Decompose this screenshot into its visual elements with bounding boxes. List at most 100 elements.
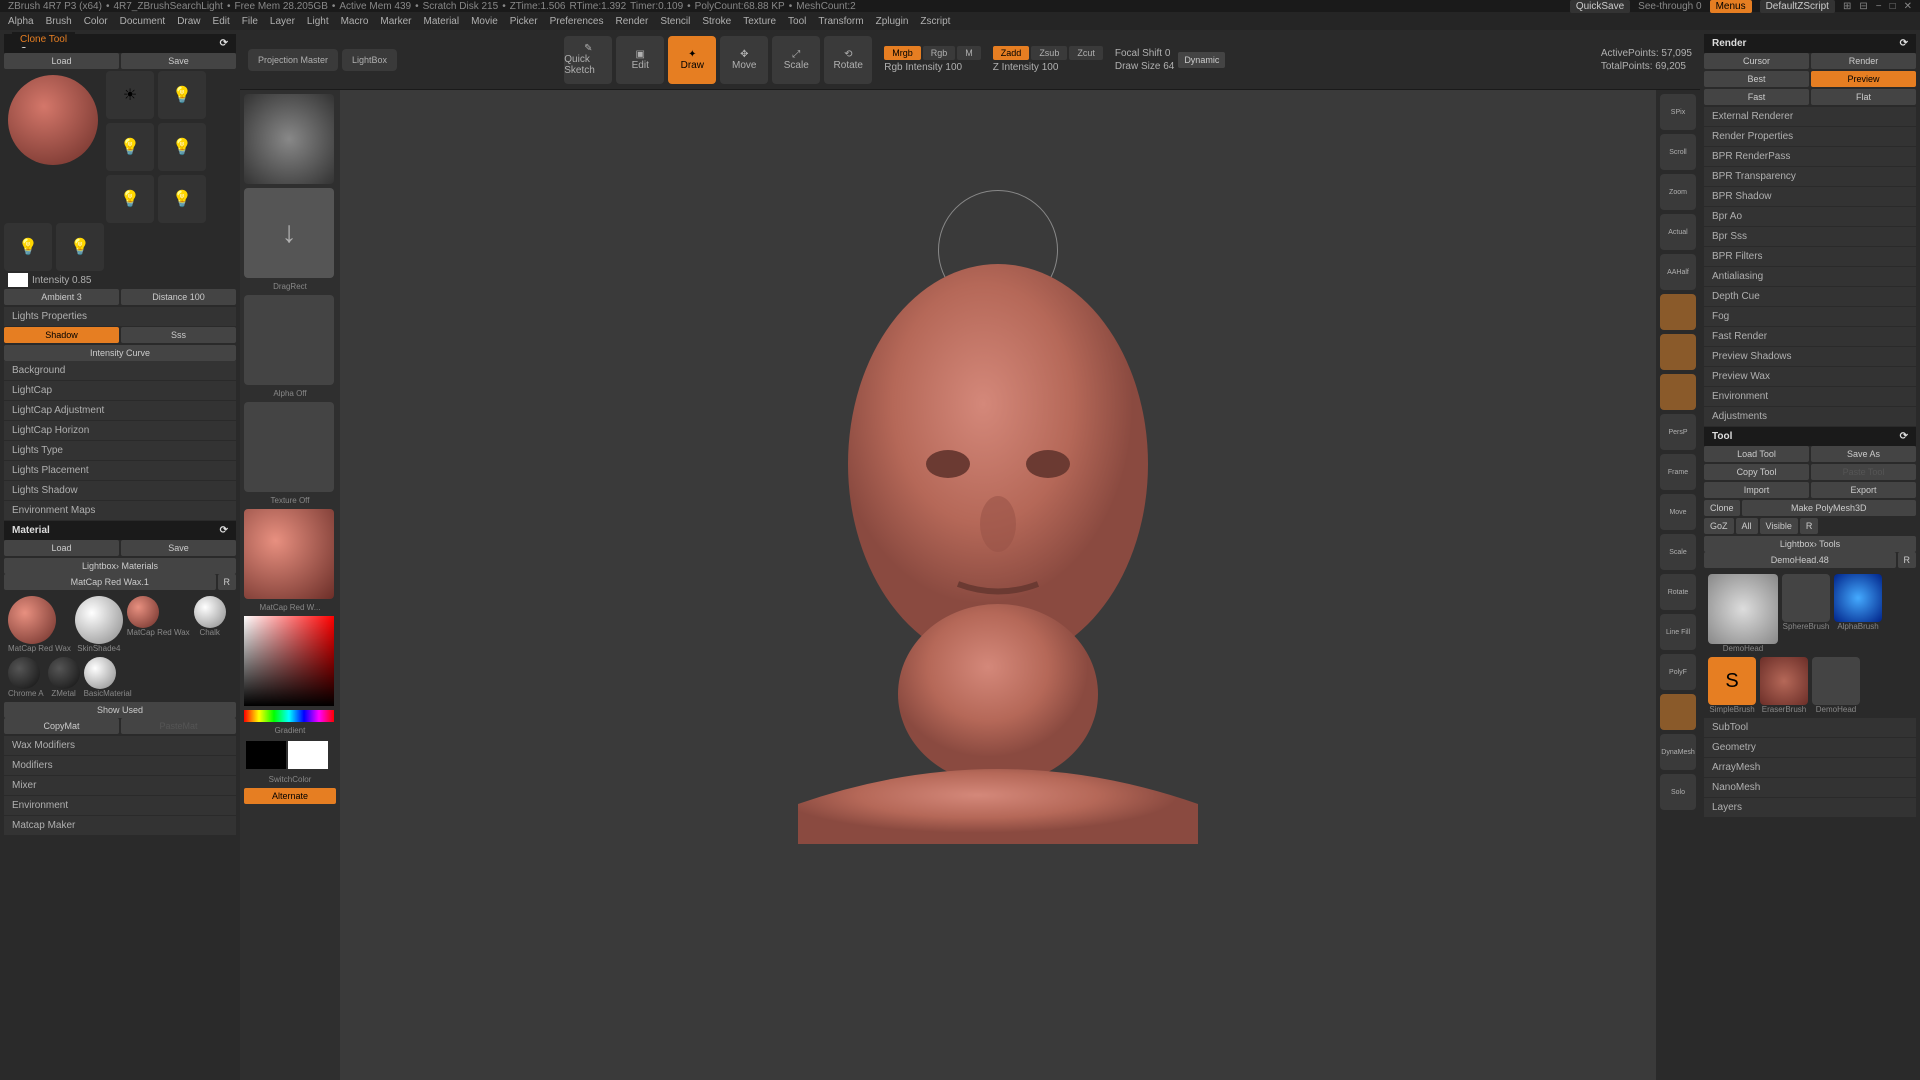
- menu-material[interactable]: Material: [424, 16, 460, 27]
- texture-thumb[interactable]: [244, 402, 334, 492]
- tool-alphabrush[interactable]: [1834, 574, 1882, 622]
- material-r[interactable]: R: [218, 574, 237, 590]
- lightcap-section[interactable]: LightCap: [4, 381, 236, 400]
- mat-red-wax[interactable]: [8, 596, 56, 644]
- edit-button[interactable]: ▣Edit: [616, 36, 664, 84]
- copy-tool-button[interactable]: Copy Tool: [1704, 464, 1809, 480]
- fog[interactable]: Fog: [1704, 307, 1916, 326]
- current-material[interactable]: MatCap Red Wax.1: [4, 574, 216, 590]
- material-thumb[interactable]: [244, 509, 334, 599]
- zcut-chip[interactable]: Zcut: [1069, 46, 1103, 60]
- render-button[interactable]: Render: [1811, 53, 1916, 69]
- export-button[interactable]: Export: [1811, 482, 1916, 498]
- subtool-section[interactable]: SubTool: [1704, 718, 1916, 737]
- seethrough-label[interactable]: See-through 0: [1638, 1, 1701, 12]
- light-save-button[interactable]: Save: [121, 53, 236, 69]
- refresh-icon[interactable]: ⟳: [1900, 431, 1908, 442]
- vp-btn-5[interactable]: [1660, 294, 1696, 330]
- lightbox-materials[interactable]: Lightbox› Materials: [4, 558, 236, 574]
- lights-properties[interactable]: Lights Properties: [4, 307, 236, 326]
- vp-btn-7[interactable]: [1660, 374, 1696, 410]
- menu-draw[interactable]: Draw: [177, 16, 200, 27]
- active-tool[interactable]: DemoHead.48: [1704, 552, 1896, 568]
- vp-move-button[interactable]: Move: [1660, 494, 1696, 530]
- copymat-button[interactable]: CopyMat: [4, 718, 119, 734]
- aahalf-button[interactable]: AAHalf: [1660, 254, 1696, 290]
- menu-marker[interactable]: Marker: [380, 16, 411, 27]
- light-6[interactable]: 💡: [158, 175, 206, 223]
- canvas[interactable]: [340, 90, 1656, 1080]
- arraymesh-section[interactable]: ArrayMesh: [1704, 758, 1916, 777]
- solo-button[interactable]: Solo: [1660, 774, 1696, 810]
- zsub-chip[interactable]: Zsub: [1031, 46, 1067, 60]
- show-used[interactable]: Show Used: [4, 702, 236, 718]
- scale-button[interactable]: ⤢Scale: [772, 36, 820, 84]
- preview-shadows[interactable]: Preview Shadows: [1704, 347, 1916, 366]
- mixer[interactable]: Mixer: [4, 776, 236, 795]
- brush-thumb[interactable]: [244, 94, 334, 184]
- material-load-button[interactable]: Load: [4, 540, 119, 556]
- dynamic-button[interactable]: Dynamic: [1178, 52, 1225, 68]
- goz-button[interactable]: GoZ: [1704, 518, 1734, 534]
- lights-shadow-section[interactable]: Lights Shadow: [4, 481, 236, 500]
- menu-movie[interactable]: Movie: [471, 16, 498, 27]
- quick-sketch[interactable]: ✎Quick Sketch: [564, 36, 612, 84]
- layout-button[interactable]: DefaultZScript: [1760, 0, 1835, 13]
- menu-document[interactable]: Document: [120, 16, 166, 27]
- intensity-curve[interactable]: Intensity Curve: [4, 345, 236, 361]
- light-load-button[interactable]: Load: [4, 53, 119, 69]
- menu-color[interactable]: Color: [84, 16, 108, 27]
- stroke-thumb[interactable]: ↓: [244, 188, 334, 278]
- menu-render[interactable]: Render: [616, 16, 649, 27]
- bpr-shadow[interactable]: BPR Shadow: [1704, 187, 1916, 206]
- focal-shift[interactable]: Focal Shift 0: [1115, 48, 1174, 59]
- fast-button[interactable]: Fast: [1704, 89, 1809, 105]
- swatch-white[interactable]: [288, 741, 328, 769]
- lights-type-section[interactable]: Lights Type: [4, 441, 236, 460]
- zadd-chip[interactable]: Zadd: [993, 46, 1030, 60]
- light-8[interactable]: 💡: [56, 223, 104, 271]
- bpr-ao[interactable]: Bpr Ao: [1704, 207, 1916, 226]
- shadow-button[interactable]: Shadow: [4, 327, 119, 343]
- spix-button[interactable]: SPix: [1660, 94, 1696, 130]
- alternate-button[interactable]: Alternate: [244, 788, 336, 804]
- menu-zplugin[interactable]: Zplugin: [876, 16, 909, 27]
- cursor-button[interactable]: Cursor: [1704, 53, 1809, 69]
- clone-button[interactable]: Clone: [1704, 500, 1740, 516]
- matcap-maker[interactable]: Matcap Maker: [4, 816, 236, 835]
- gradient-label[interactable]: Gradient: [244, 726, 336, 735]
- tool-eraserbrush[interactable]: [1760, 657, 1808, 705]
- environment[interactable]: Environment: [4, 796, 236, 815]
- refresh-icon[interactable]: ⟳: [220, 525, 228, 536]
- zoom-button[interactable]: Zoom: [1660, 174, 1696, 210]
- tool-demohead-2[interactable]: [1812, 657, 1860, 705]
- light-7[interactable]: 💡: [4, 223, 52, 271]
- layers-section[interactable]: Layers: [1704, 798, 1916, 817]
- bpr-transparency[interactable]: BPR Transparency: [1704, 167, 1916, 186]
- rgb-chip[interactable]: Rgb: [923, 46, 956, 60]
- minimize-icon[interactable]: −: [1876, 1, 1882, 12]
- tool-r[interactable]: R: [1898, 552, 1917, 568]
- fast-render[interactable]: Fast Render: [1704, 327, 1916, 346]
- wax-modifiers[interactable]: Wax Modifiers: [4, 736, 236, 755]
- goz-all-button[interactable]: All: [1736, 518, 1758, 534]
- bpr-renderpass[interactable]: BPR RenderPass: [1704, 147, 1916, 166]
- tool-demohead[interactable]: [1708, 574, 1778, 644]
- window-icon[interactable]: ⊞: [1843, 1, 1851, 12]
- draw-size[interactable]: Draw Size 64: [1115, 61, 1174, 72]
- mrgb-chip[interactable]: Mrgb: [884, 46, 921, 60]
- menu-brush[interactable]: Brush: [46, 16, 72, 27]
- mat-chalk[interactable]: [194, 596, 226, 628]
- mat-skinshade[interactable]: [75, 596, 123, 644]
- render-panel-header[interactable]: Render⟳: [1704, 34, 1916, 53]
- polyf-button[interactable]: PolyF: [1660, 654, 1696, 690]
- switchcolor[interactable]: SwitchColor: [244, 775, 336, 784]
- light-preview-sphere[interactable]: [8, 75, 98, 165]
- sss-button[interactable]: Sss: [121, 327, 236, 343]
- import-button[interactable]: Import: [1704, 482, 1809, 498]
- light-1[interactable]: ☀: [106, 71, 154, 119]
- bpr-sss[interactable]: Bpr Sss: [1704, 227, 1916, 246]
- light-5[interactable]: 💡: [158, 123, 206, 171]
- rotate-button[interactable]: ⟲Rotate: [824, 36, 872, 84]
- light-3[interactable]: 💡: [106, 175, 154, 223]
